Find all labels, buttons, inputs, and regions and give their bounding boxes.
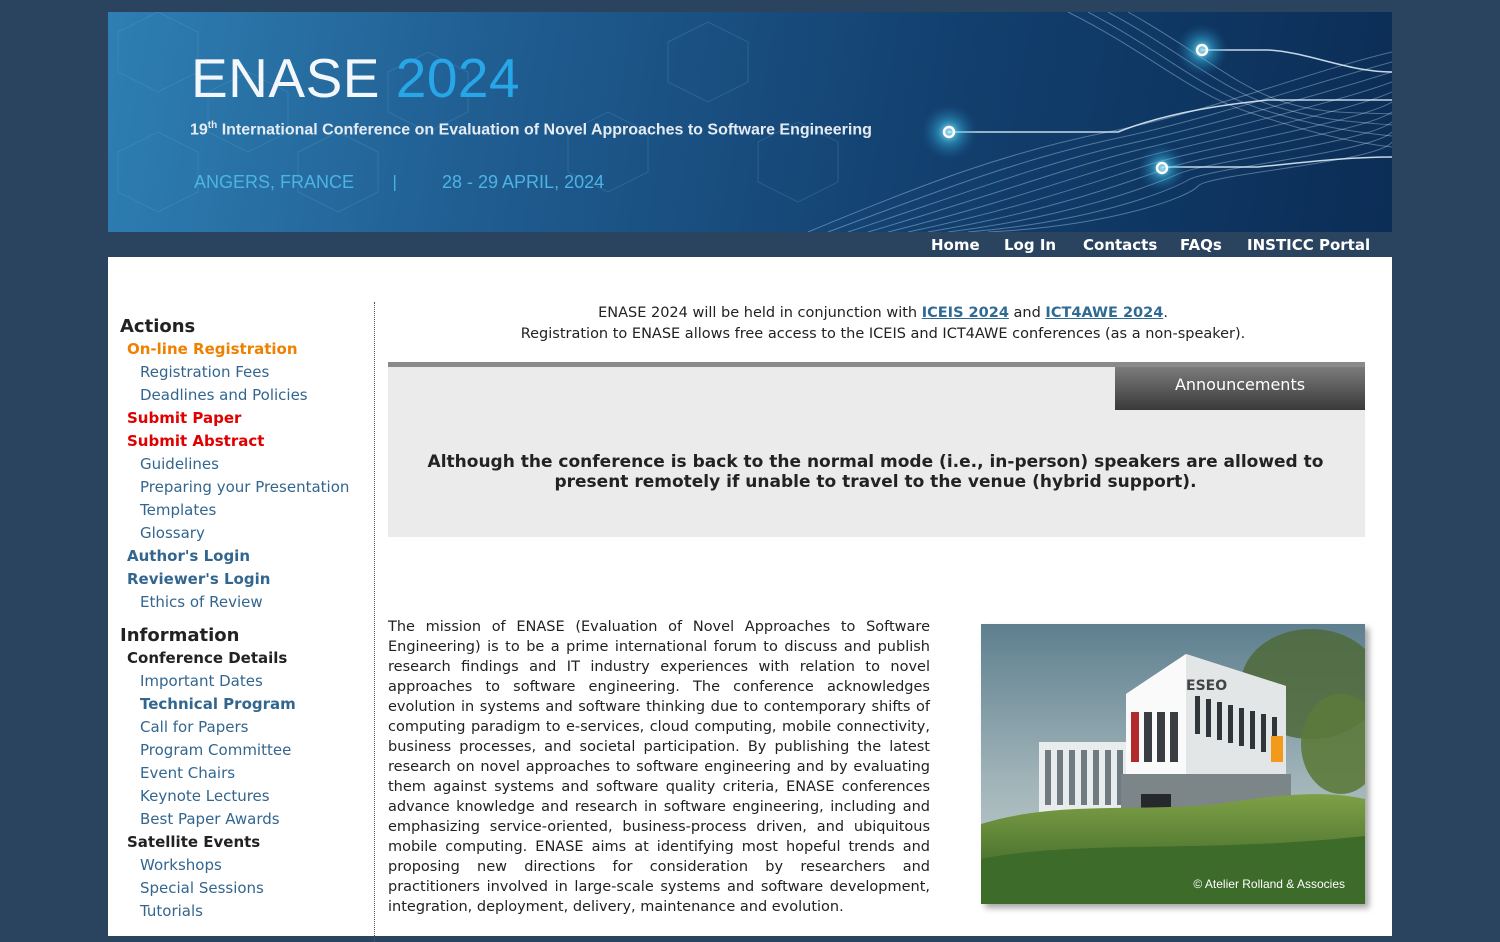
sidebar-item-submit-paper[interactable]: Submit Paper	[120, 407, 360, 430]
sidebar-item-tutorials[interactable]: Tutorials	[120, 900, 360, 923]
banner-subtitle-text: International Conference on Evaluation o…	[221, 121, 872, 139]
sidebar-item-deadlines-policies[interactable]: Deadlines and Policies	[120, 384, 360, 407]
page: ENASE 2024 19th International Conference…	[108, 12, 1392, 942]
sidebar-item-guidelines[interactable]: Guidelines	[120, 453, 360, 476]
sidebar-divider	[374, 302, 375, 942]
sidebar: Actions On-line Registration Registratio…	[120, 315, 360, 923]
announcement-text: Although the conference is back to the n…	[427, 452, 1324, 492]
sidebar-item-important-dates[interactable]: Important Dates	[120, 670, 360, 693]
sidebar-item-preparing-presentation[interactable]: Preparing your Presentation	[120, 476, 360, 499]
announcements-tab[interactable]: Announcements	[1115, 367, 1365, 410]
banner-location: ANGERS, FRANCE	[194, 172, 355, 192]
sidebar-item-special-sessions[interactable]: Special Sessions	[120, 877, 360, 900]
sidebar-item-best-paper-awards[interactable]: Best Paper Awards	[120, 808, 360, 831]
sidebar-item-technical-program[interactable]: Technical Program	[120, 693, 360, 716]
sidebar-item-glossary[interactable]: Glossary	[120, 522, 360, 545]
nav-faqs[interactable]: FAQs	[1180, 236, 1222, 254]
mission-paragraph: The mission of ENASE (Evaluation of Nove…	[388, 619, 930, 915]
banner-title-prefix: ENASE	[191, 47, 380, 109]
intro-text: ENASE 2024 will be held in conjunction w…	[388, 303, 1378, 345]
banner-title-year: 2024	[395, 47, 521, 109]
top-navigation: Home Log In Contacts FAQs INSTICC Portal	[108, 232, 1392, 257]
sidebar-item-workshops[interactable]: Workshops	[120, 854, 360, 877]
banner-ordinal-suffix: th	[207, 120, 218, 131]
sidebar-item-program-committee[interactable]: Program Committee	[120, 739, 360, 762]
sidebar-item-registration-fees[interactable]: Registration Fees	[120, 361, 360, 384]
banner-dates: 28 - 29 APRIL, 2024	[442, 172, 605, 192]
announcements-box: Announcements Although the conference is…	[388, 362, 1365, 537]
intro-and: and	[1008, 305, 1046, 321]
content-area: Actions On-line Registration Registratio…	[108, 257, 1392, 942]
link-ict4awe-2024[interactable]: ICT4AWE 2024	[1045, 305, 1163, 321]
link-iceis-2024[interactable]: ICEIS 2024	[922, 305, 1009, 321]
intro-prefix: ENASE 2024 will be held in conjunction w…	[598, 305, 922, 321]
sidebar-item-reviewers-login[interactable]: Reviewer's Login	[120, 568, 360, 591]
intro-suffix: .	[1163, 305, 1168, 321]
sidebar-item-conference-details: Conference Details	[127, 649, 288, 667]
nav-contacts[interactable]: Contacts	[1083, 236, 1157, 254]
sidebar-item-submit-abstract[interactable]: Submit Abstract	[120, 430, 360, 453]
sidebar-item-event-chairs[interactable]: Event Chairs	[120, 762, 360, 785]
sidebar-item-templates[interactable]: Templates	[120, 499, 360, 522]
building-sign: ESEO	[1186, 678, 1227, 694]
sidebar-item-keynote-lectures[interactable]: Keynote Lectures	[120, 785, 360, 808]
venue-photo: ESEO © Atelier Rolland & Associes	[981, 624, 1365, 904]
sidebar-item-call-for-papers[interactable]: Call for Papers	[120, 716, 360, 739]
nav-home[interactable]: Home	[931, 236, 980, 254]
banner-title: ENASE 2024	[191, 46, 520, 110]
sidebar-item-authors-login[interactable]: Author's Login	[120, 545, 360, 568]
photo-credit: © Atelier Rolland & Associes	[1193, 877, 1345, 891]
sidebar-heading-information: Information	[120, 625, 240, 646]
header-banner[interactable]: ENASE 2024 19th International Conference…	[108, 12, 1392, 232]
sidebar-heading-actions: Actions	[120, 316, 196, 337]
nav-insticc-portal[interactable]: INSTICC Portal	[1247, 236, 1370, 254]
venue-building-illustration: ESEO	[981, 624, 1365, 904]
intro-line-2: Registration to ENASE allows free access…	[520, 326, 1246, 342]
sidebar-item-online-registration[interactable]: On-line Registration	[120, 338, 360, 361]
sidebar-item-ethics-of-review[interactable]: Ethics of Review	[120, 591, 360, 614]
banner-separator: |	[392, 172, 398, 191]
banner-subtitle: 19th International Conference on Evaluat…	[190, 120, 872, 139]
intro-line-1: ENASE 2024 will be held in conjunction w…	[388, 303, 1378, 324]
nav-log-in[interactable]: Log In	[1004, 236, 1056, 254]
banner-ordinal: 19	[190, 121, 208, 139]
sidebar-item-satellite-events: Satellite Events	[127, 833, 261, 851]
